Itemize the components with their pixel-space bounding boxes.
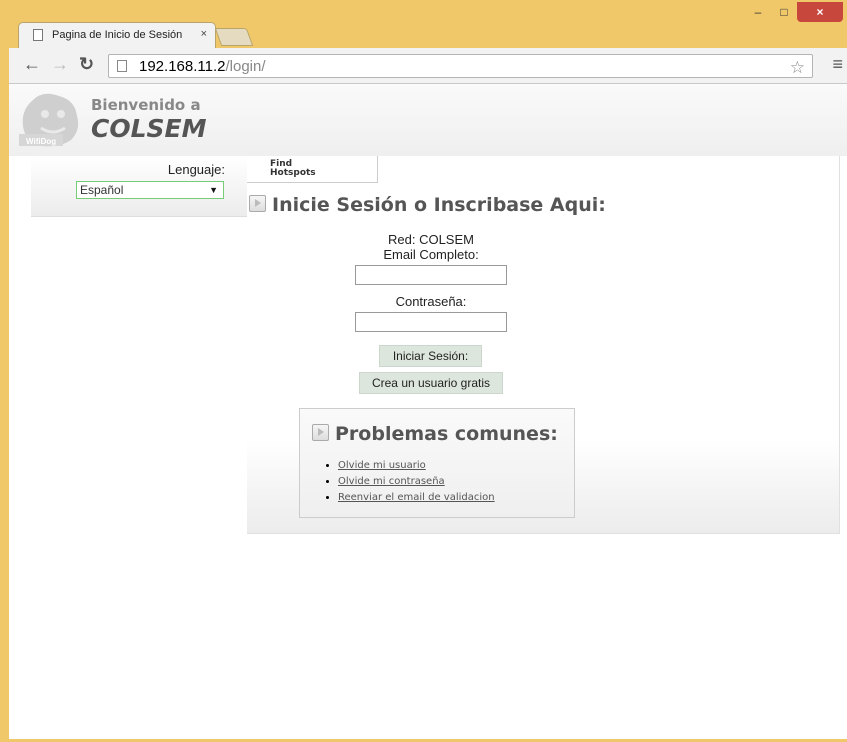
list-item: Olvide mi usuario [338, 459, 495, 472]
password-label: Contraseña: [395, 294, 467, 309]
find-hotspots-tab[interactable]: Find Hotspots [247, 156, 378, 183]
problems-title-text: Problemas comunes: [335, 423, 558, 445]
browser-toolbar: ← → ↻ 192.168.11.2/login/ ☆ ≡ [9, 48, 847, 84]
create-user-button[interactable]: Crea un usuario gratis [359, 372, 503, 394]
login-title: Inicie Sesión o Inscribase Aqui: [249, 194, 606, 216]
common-problems-box: Problemas comunes: Olvide mi usuario Olv… [299, 408, 575, 518]
login-panel: Find Hotspots Inicie Sesión o Inscribase … [247, 156, 840, 534]
list-item: Reenviar el email de validacion [338, 491, 495, 504]
language-label: Lenguaje: [167, 162, 225, 177]
forgot-password-link[interactable]: Olvide mi contraseña [338, 476, 445, 487]
new-tab-button[interactable] [214, 28, 254, 46]
page-icon [33, 29, 43, 41]
address-bar[interactable]: 192.168.11.2/login/ ☆ [108, 54, 813, 78]
problems-list: Olvide mi usuario Olvide mi contraseña R… [320, 459, 495, 507]
language-box: Lenguaje: Español ▼ [31, 156, 248, 217]
forgot-username-link[interactable]: Olvide mi usuario [338, 460, 426, 471]
minimize-button[interactable]: – [745, 2, 771, 22]
reload-icon[interactable]: ↻ [79, 54, 94, 75]
url-text[interactable]: 192.168.11.2/login/ [139, 58, 266, 75]
forward-arrow-icon[interactable]: → [51, 54, 69, 75]
resend-validation-link[interactable]: Reenviar el email de validacion [338, 492, 495, 503]
arrow-icon [249, 195, 266, 212]
maximize-button[interactable]: □ [771, 2, 797, 22]
close-window-button[interactable]: × [797, 2, 843, 22]
page-icon [117, 60, 127, 72]
dropdown-arrow-icon: ▼ [209, 185, 218, 195]
email-label: Email Completo: [383, 247, 479, 262]
problems-title: Problemas comunes: [312, 423, 558, 445]
chrome-menu-icon[interactable]: ≡ [832, 54, 843, 75]
bookmark-star-icon[interactable]: ☆ [790, 58, 805, 78]
network-label: Red: COLSEM [388, 232, 474, 247]
page-header: WifiDog Bienvenido a COLSEM [9, 84, 847, 156]
browser-tab[interactable]: Pagina de Inicio de Sesión × [18, 22, 216, 48]
password-field[interactable] [355, 312, 507, 332]
tab-title: Pagina de Inicio de Sesión [52, 29, 183, 41]
url-path: /login/ [225, 58, 266, 75]
logo-text: WifiDog [26, 137, 57, 146]
login-form: Red: COLSEM Email Completo: Contraseña: [355, 232, 507, 341]
tab-close-icon[interactable]: × [201, 28, 207, 40]
window-controls: – □ × [745, 2, 843, 22]
url-host: 192.168.11.2 [139, 58, 226, 75]
find-hotspots-line2: Hotspots [270, 168, 316, 178]
login-title-text: Inicie Sesión o Inscribase Aqui: [272, 194, 606, 216]
page-viewport: WifiDog Bienvenido a COLSEM Lenguaje: Es… [9, 84, 847, 739]
find-hotspots-label: Find Hotspots [270, 160, 316, 178]
browser-window: Pagina de Inicio de Sesión × – □ × ← → ↻… [0, 0, 847, 742]
email-field[interactable] [355, 265, 507, 285]
language-select[interactable]: Español ▼ [76, 181, 224, 199]
arrow-icon [312, 424, 329, 441]
list-item: Olvide mi contraseña [338, 475, 495, 488]
language-selected-value: Español [80, 183, 124, 197]
login-button[interactable]: Iniciar Sesión: [379, 345, 482, 367]
welcome-text: Bienvenido a [91, 96, 201, 114]
title-bar: Pagina de Inicio de Sesión × – □ × [0, 0, 847, 48]
back-arrow-icon[interactable]: ← [23, 54, 41, 75]
brand-name: COLSEM [91, 114, 207, 143]
